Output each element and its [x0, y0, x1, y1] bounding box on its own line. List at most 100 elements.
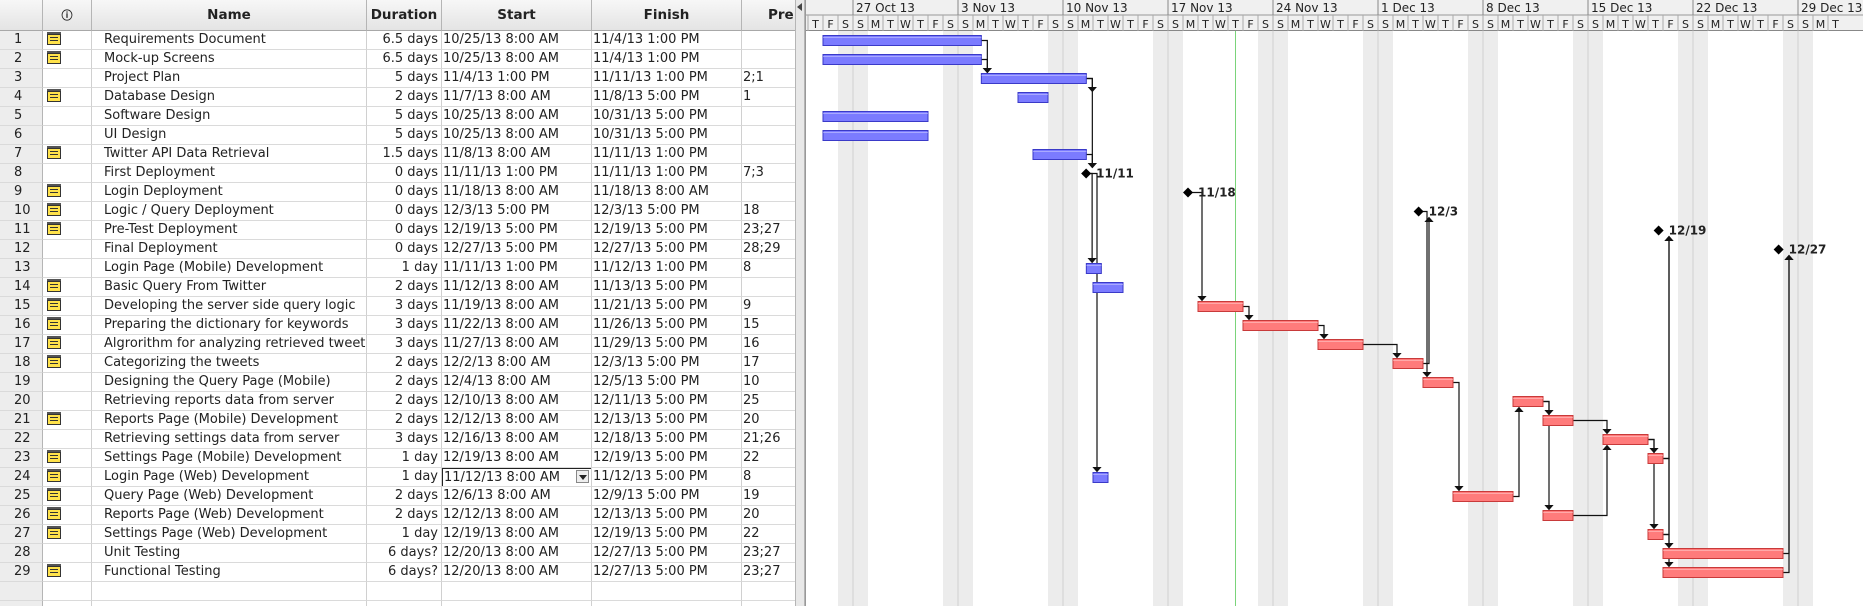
- row-number-cell[interactable]: 10: [0, 202, 43, 221]
- table-row[interactable]: 28 Unit Testing 6 days? 12/20/13 8:00 AM 12/…: [0, 544, 795, 563]
- task-name-cell[interactable]: UI Design: [92, 126, 367, 145]
- predecessors-cell[interactable]: [742, 145, 795, 164]
- task-name-cell[interactable]: Software Design: [92, 107, 367, 126]
- finish-cell[interactable]: 12/3/13 5:00 PM: [592, 354, 742, 373]
- predecessors-cell[interactable]: 8: [742, 468, 795, 487]
- table-row[interactable]: 23 Settings Page (Mobile) Development 1 da…: [0, 449, 795, 468]
- table-row[interactable]: 21 Reports Page (Mobile) Development 2 day…: [0, 411, 795, 430]
- table-row[interactable]: 15 Developing the server side query logic…: [0, 297, 795, 316]
- predecessors-cell[interactable]: 8: [742, 259, 795, 278]
- start-cell[interactable]: 12/10/13 8:00 AM: [442, 392, 592, 411]
- table-row[interactable]: 29 Functional Testing 6 days? 12/20/13 8:00…: [0, 563, 795, 582]
- duration-column-header[interactable]: Duration: [367, 0, 442, 31]
- finish-cell[interactable]: 11/11/13 1:00 PM: [592, 145, 742, 164]
- predecessors-cell[interactable]: [742, 50, 795, 69]
- info-column-header[interactable]: ⓘ: [43, 0, 92, 31]
- task-name-cell[interactable]: Preparing the dictionary for keywords: [92, 316, 367, 335]
- notes-icon[interactable]: [47, 298, 61, 311]
- table-row[interactable]: 13 Login Page (Mobile) Development 1 day 11…: [0, 259, 795, 278]
- row-number-cell[interactable]: 16: [0, 316, 43, 335]
- start-cell[interactable]: 12/12/13 8:00 AM: [442, 506, 592, 525]
- empty-row[interactable]: [0, 601, 795, 606]
- finish-cell[interactable]: 12/27/13 5:00 PM: [592, 240, 742, 259]
- notes-icon[interactable]: [47, 184, 61, 197]
- table-row[interactable]: 3 Project Plan 5 days 11/4/13 1:00 PM 11/11/…: [0, 69, 795, 88]
- start-cell[interactable]: 12/20/13 8:00 AM: [442, 544, 592, 563]
- start-cell[interactable]: 11/22/13 8:00 AM: [442, 316, 592, 335]
- notes-icon[interactable]: [47, 203, 61, 216]
- duration-cell[interactable]: 1 day: [367, 259, 442, 278]
- start-cell-editor[interactable]: 11/12/13 8:00 AM: [442, 468, 592, 487]
- notes-icon[interactable]: [47, 317, 61, 330]
- duration-cell[interactable]: 2 days: [367, 506, 442, 525]
- duration-cell[interactable]: 2 days: [367, 373, 442, 392]
- duration-cell[interactable]: 2 days: [367, 487, 442, 506]
- row-number-cell[interactable]: 23: [0, 449, 43, 468]
- start-cell[interactable]: 11/8/13 8:00 AM: [442, 145, 592, 164]
- row-number-cell[interactable]: 19: [0, 373, 43, 392]
- task-name-cell[interactable]: Basic Query From Twitter: [92, 278, 367, 297]
- predecessors-cell[interactable]: 2;1: [742, 69, 795, 88]
- start-cell[interactable]: 12/19/13 5:00 PM: [442, 221, 592, 240]
- finish-cell[interactable]: 12/27/13 5:00 PM: [592, 544, 742, 563]
- notes-icon[interactable]: [47, 507, 61, 520]
- start-cell[interactable]: 11/12/13 8:00 AM: [442, 278, 592, 297]
- date-dropdown-button[interactable]: [576, 470, 589, 483]
- row-number-cell[interactable]: 29: [0, 563, 43, 582]
- row-number-cell[interactable]: 7: [0, 145, 43, 164]
- gantt-chart[interactable]: TFSSMTWTFSSMTWTFSSMTWTFSSMTWTFSSMTWTFSSM…: [805, 0, 1863, 606]
- row-number-cell[interactable]: 28: [0, 544, 43, 563]
- start-cell[interactable]: 12/27/13 5:00 PM: [442, 240, 592, 259]
- empty-cell[interactable]: [742, 601, 795, 606]
- collapse-left-icon[interactable]: [797, 3, 802, 11]
- notes-icon[interactable]: [47, 488, 61, 501]
- row-number-cell[interactable]: 3: [0, 69, 43, 88]
- duration-cell[interactable]: 1.5 days: [367, 145, 442, 164]
- table-row[interactable]: 17 Algrorithm for analyzing retrieved twe…: [0, 335, 795, 354]
- start-cell[interactable]: 10/25/13 8:00 AM: [442, 50, 592, 69]
- row-number-cell[interactable]: 21: [0, 411, 43, 430]
- start-date-input[interactable]: 11/12/13 8:00 AM: [442, 468, 591, 486]
- task-name-cell[interactable]: Project Plan: [92, 69, 367, 88]
- predecessors-cell[interactable]: [742, 126, 795, 145]
- finish-cell[interactable]: 11/12/13 1:00 PM: [592, 259, 742, 278]
- empty-cell[interactable]: [367, 601, 442, 606]
- predecessors-cell[interactable]: 22: [742, 449, 795, 468]
- row-number-cell[interactable]: 6: [0, 126, 43, 145]
- empty-cell[interactable]: [92, 582, 367, 601]
- predecessors-cell[interactable]: 28;29: [742, 240, 795, 259]
- finish-cell[interactable]: 11/13/13 5:00 PM: [592, 278, 742, 297]
- table-row[interactable]: 27 Settings Page (Web) Development 1 day 12…: [0, 525, 795, 544]
- task-name-cell[interactable]: Login Page (Web) Development: [92, 468, 367, 487]
- row-number-cell[interactable]: 13: [0, 259, 43, 278]
- start-column-header[interactable]: Start: [442, 0, 592, 31]
- duration-cell[interactable]: 0 days: [367, 240, 442, 259]
- duration-cell[interactable]: 6 days?: [367, 544, 442, 563]
- duration-cell[interactable]: 6 days?: [367, 563, 442, 582]
- row-number-cell[interactable]: 17: [0, 335, 43, 354]
- row-number-cell[interactable]: 8: [0, 164, 43, 183]
- table-row[interactable]: 22 Retrieving settings data from server 3 …: [0, 430, 795, 449]
- predecessors-cell[interactable]: 23;27: [742, 221, 795, 240]
- start-cell[interactable]: 11/4/13 1:00 PM: [442, 69, 592, 88]
- start-cell[interactable]: 11/11/13 1:00 PM: [442, 164, 592, 183]
- finish-cell[interactable]: 12/11/13 5:00 PM: [592, 392, 742, 411]
- task-name-cell[interactable]: Retrieving settings data from server: [92, 430, 367, 449]
- task-name-cell[interactable]: Reports Page (Mobile) Development: [92, 411, 367, 430]
- table-row[interactable]: 16 Preparing the dictionary for keywords 3…: [0, 316, 795, 335]
- duration-cell[interactable]: 3 days: [367, 430, 442, 449]
- notes-icon[interactable]: [47, 469, 61, 482]
- task-name-cell[interactable]: Designing the Query Page (Mobile): [92, 373, 367, 392]
- empty-cell[interactable]: [592, 582, 742, 601]
- duration-cell[interactable]: 5 days: [367, 126, 442, 145]
- finish-cell[interactable]: 12/13/13 5:00 PM: [592, 411, 742, 430]
- duration-cell[interactable]: 2 days: [367, 392, 442, 411]
- start-cell[interactable]: 10/25/13 8:00 AM: [442, 31, 592, 50]
- row-number-cell[interactable]: 9: [0, 183, 43, 202]
- predecessors-cell[interactable]: 15: [742, 316, 795, 335]
- duration-cell[interactable]: 5 days: [367, 69, 442, 88]
- task-name-cell[interactable]: Final Deployment: [92, 240, 367, 259]
- finish-cell[interactable]: 11/8/13 5:00 PM: [592, 88, 742, 107]
- row-number-cell[interactable]: 5: [0, 107, 43, 126]
- duration-cell[interactable]: 2 days: [367, 278, 442, 297]
